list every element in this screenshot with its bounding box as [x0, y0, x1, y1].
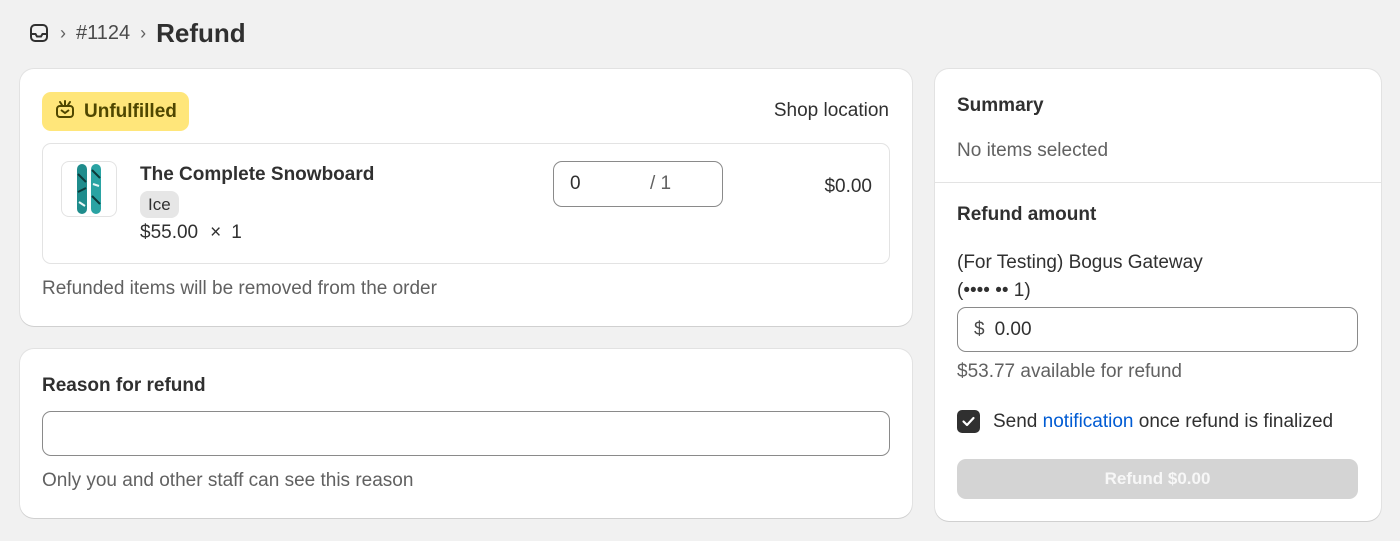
breadcrumb-separator: ›: [60, 22, 66, 43]
product-name[interactable]: The Complete Snowboard: [140, 164, 374, 186]
breadcrumb-order-link[interactable]: #1124: [76, 22, 130, 45]
reason-help-text: Only you and other staff can see this re…: [42, 470, 414, 491]
line-total: $0.00: [824, 176, 872, 197]
reason-input[interactable]: [42, 411, 890, 456]
checkmark-icon: [962, 416, 975, 427]
unit-price-line: $55.00 × 1: [140, 222, 242, 244]
inbox-icon[interactable]: [28, 22, 50, 44]
summary-card: Summary No items selected Refund amount …: [935, 69, 1381, 521]
page-title: Refund: [156, 17, 246, 48]
notify-suffix: once refund is finalized: [1138, 410, 1334, 432]
multiply-sign: ×: [210, 222, 222, 243]
gateway-name: (For Testing) Bogus Gateway: [957, 252, 1203, 273]
payment-gateway: (For Testing) Bogus Gateway (•••• •• 1): [957, 249, 1203, 305]
refund-quantity-value[interactable]: 0: [570, 173, 650, 195]
refund-amount-value[interactable]: 0.00: [995, 319, 1032, 341]
send-notification-row: Send notification once refund is finaliz…: [957, 410, 1333, 433]
refund-quantity-max: / 1: [650, 173, 672, 194]
status-badge-label: Unfulfilled: [84, 100, 177, 122]
currency-symbol: $: [974, 318, 985, 340]
notify-prefix: Send: [993, 410, 1038, 432]
reason-card: Reason for refund Only you and other sta…: [20, 349, 912, 518]
selection-status: No items selected: [957, 140, 1109, 161]
refund-amount-title: Refund amount: [957, 204, 1097, 225]
product-thumbnail: [61, 161, 117, 217]
breadcrumb: › #1124 › Refund: [28, 14, 246, 52]
send-notification-checkbox[interactable]: [957, 410, 980, 433]
refund-quantity-input[interactable]: 0 / 1: [553, 161, 723, 207]
breadcrumb-separator: ›: [140, 22, 147, 43]
gateway-card: (•••• •• 1): [957, 280, 1031, 301]
notify-label: Send notification once refund is finaliz…: [993, 411, 1333, 433]
status-badge: Unfulfilled: [42, 92, 189, 131]
variant-badge: Ice: [140, 191, 179, 218]
unfulfilled-items-card: Unfulfilled Shop location The Complete S…: [20, 69, 912, 326]
refund-amount-input[interactable]: $ 0.00: [957, 307, 1358, 352]
notification-link[interactable]: notification: [1043, 411, 1134, 432]
refund-note: Refunded items will be removed from the …: [42, 278, 437, 299]
available-for-refund: $53.77 available for refund: [957, 361, 1182, 382]
divider: [935, 182, 1381, 183]
fulfillment-location: Shop location: [773, 100, 889, 121]
summary-title: Summary: [957, 95, 1044, 116]
refund-button[interactable]: Refund $0.00: [957, 459, 1358, 499]
ordered-quantity: 1: [231, 222, 242, 243]
reason-title: Reason for refund: [42, 375, 206, 396]
unit-price: $55.00: [140, 222, 199, 243]
package-icon: [54, 98, 76, 126]
line-item: The Complete Snowboard Ice $55.00 × 1 0 / …: [42, 143, 890, 264]
